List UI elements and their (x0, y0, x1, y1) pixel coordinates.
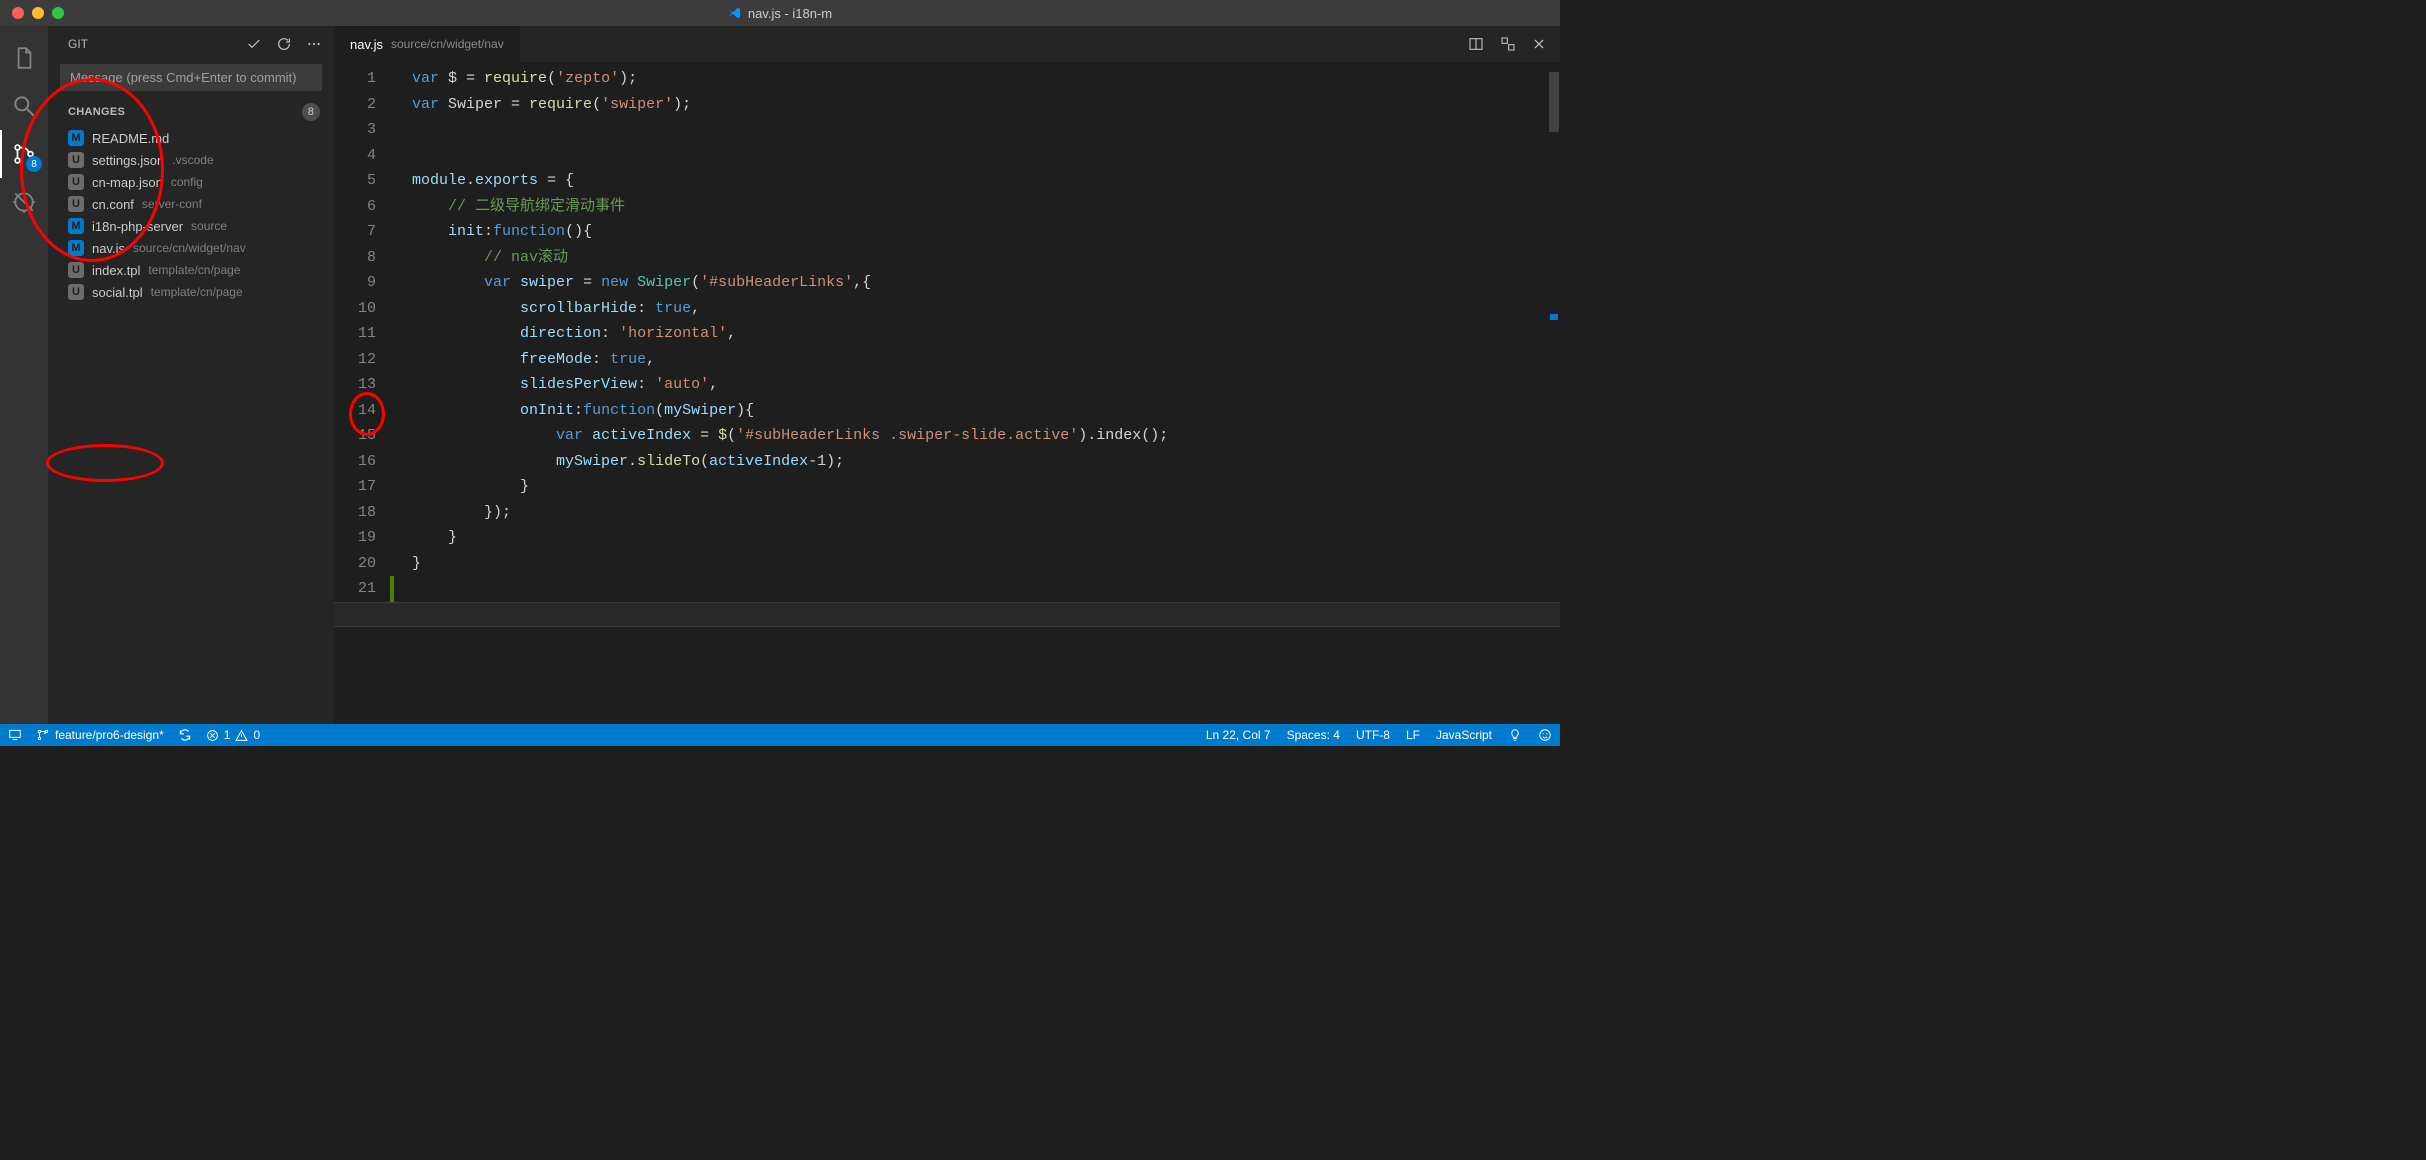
change-item[interactable]: Ucn.conf server-conf (48, 193, 334, 215)
problems-button[interactable]: 1 0 (206, 728, 260, 742)
change-filename: settings.json (92, 153, 164, 168)
encoding-button[interactable]: UTF-8 (1356, 728, 1390, 742)
change-filename: index.tpl (92, 263, 140, 278)
changes-list: M README.md Usettings.json .vscode Ucn-map.j… (48, 127, 334, 303)
status-badge: M (68, 218, 84, 234)
sync-button[interactable] (178, 728, 192, 742)
change-item[interactable]: Usettings.json .vscode (48, 149, 334, 171)
change-item[interactable]: Mnav.js source/cn/widget/nav (48, 237, 334, 259)
feedback-icon[interactable] (1538, 728, 1552, 742)
tab-filename: nav.js (350, 37, 383, 52)
changes-header[interactable]: CHANGES 8 (48, 99, 334, 127)
changes-count: 8 (302, 103, 320, 121)
error-count: 1 (224, 728, 231, 742)
split-editor-icon[interactable] (1468, 36, 1484, 52)
statusbar: feature/pro6-design* 1 0 Ln 22, Col 7 Sp… (0, 724, 1560, 746)
traffic-lights (0, 7, 64, 19)
change-item[interactable]: Uindex.tpl template/cn/page (48, 259, 334, 281)
debug-icon[interactable] (0, 178, 48, 226)
change-item[interactable]: Ucn-map.json config (48, 171, 334, 193)
status-badge: U (68, 174, 84, 190)
changes-header-label: CHANGES (68, 106, 125, 118)
window-title: nav.js - i18n-m (728, 6, 832, 21)
change-path: .vscode (172, 153, 213, 167)
language-button[interactable]: JavaScript (1436, 728, 1492, 742)
change-path: source (191, 219, 227, 233)
more-icon[interactable] (306, 36, 322, 52)
editor-area: nav.js source/cn/widget/nav 123456789101… (334, 26, 1560, 724)
status-badge: U (68, 196, 84, 212)
change-path: source/cn/widget/nav (133, 241, 246, 255)
search-icon[interactable] (0, 82, 48, 130)
change-filename: i18n-php-server (92, 219, 183, 234)
scrollbar-marker (1550, 314, 1558, 320)
change-item[interactable]: M README.md (48, 127, 334, 149)
eol-button[interactable]: LF (1406, 728, 1420, 742)
tab-bar: nav.js source/cn/widget/nav (334, 26, 1560, 62)
titlebar: nav.js - i18n-m (0, 0, 1560, 26)
scm-sidebar: GIT CHANGES 8 M README.md Usettings.json .v… (48, 26, 334, 724)
explorer-icon[interactable] (0, 34, 48, 82)
change-filename: cn.conf (92, 197, 134, 212)
status-badge: U (68, 284, 84, 300)
change-path: server-conf (142, 197, 202, 211)
change-filename: README.md (92, 131, 169, 146)
scm-badge: 8 (26, 156, 42, 172)
status-badge: U (68, 262, 84, 278)
vertical-scrollbar[interactable] (1546, 62, 1560, 724)
commit-icon[interactable] (246, 36, 262, 52)
status-badge: M (68, 240, 84, 256)
vscode-icon (728, 6, 742, 20)
show-diff-icon[interactable] (1500, 36, 1516, 52)
close-tab-icon[interactable] (1532, 37, 1546, 51)
branch-name: feature/pro6-design* (55, 728, 164, 742)
maximize-window-button[interactable] (52, 7, 64, 19)
scm-icon[interactable]: 8 (0, 130, 48, 178)
tab-path: source/cn/widget/nav (391, 37, 504, 51)
refresh-icon[interactable] (276, 36, 292, 52)
remote-button[interactable] (8, 728, 22, 742)
change-filename: nav.js (92, 241, 125, 256)
minimize-window-button[interactable] (32, 7, 44, 19)
change-item[interactable]: Usocial.tpl template/cn/page (48, 281, 334, 303)
sidebar-title: GIT (68, 37, 88, 51)
branch-button[interactable]: feature/pro6-design* (36, 728, 164, 742)
scrollbar-thumb[interactable] (1549, 72, 1559, 132)
editor-tab[interactable]: nav.js source/cn/widget/nav (334, 26, 521, 62)
indent-button[interactable]: Spaces: 4 (1287, 728, 1340, 742)
status-badge: M (68, 130, 84, 146)
close-window-button[interactable] (12, 7, 24, 19)
sidebar-header: GIT (48, 26, 334, 62)
activity-bar: 8 (0, 26, 48, 724)
change-path: template/cn/page (148, 263, 240, 277)
status-badge: U (68, 152, 84, 168)
change-item[interactable]: Mi18n-php-server source (48, 215, 334, 237)
lightbulb-icon[interactable] (1508, 728, 1522, 742)
change-filename: cn-map.json (92, 175, 163, 190)
commit-message-input[interactable] (60, 64, 322, 91)
code-editor[interactable]: 12345678910111213141516171819202122 var … (334, 62, 1560, 724)
change-filename: social.tpl (92, 285, 143, 300)
cursor-position[interactable]: Ln 22, Col 7 (1206, 728, 1271, 742)
change-path: config (171, 175, 203, 189)
warning-count: 0 (253, 728, 260, 742)
window-title-text: nav.js - i18n-m (748, 6, 832, 21)
change-path: template/cn/page (151, 285, 243, 299)
